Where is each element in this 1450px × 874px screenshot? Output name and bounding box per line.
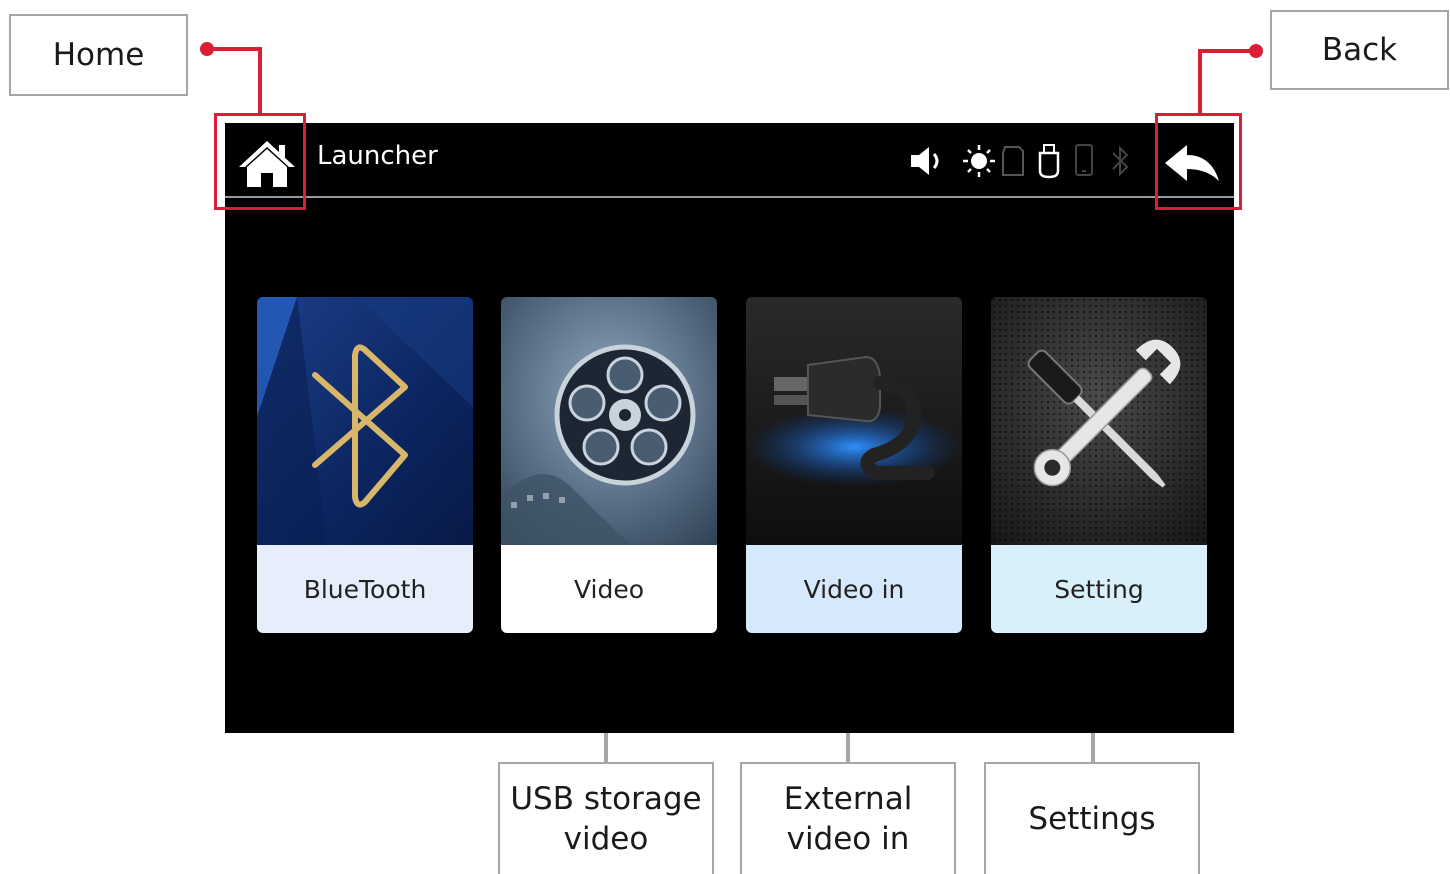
- video-app-label: Video: [501, 545, 717, 633]
- bluetooth-app-tile[interactable]: BlueTooth: [257, 297, 473, 633]
- tools-icon: [991, 297, 1207, 545]
- bluetooth-status-icon: [1112, 145, 1129, 177]
- video-in-app-label: Video in: [746, 545, 962, 633]
- external-video-callout-line1: External: [783, 781, 913, 817]
- bluetooth-app-label: BlueTooth: [257, 545, 473, 633]
- back-callout-label: Back: [1321, 32, 1398, 68]
- setting-app-label: Setting: [991, 545, 1207, 633]
- brightness-icon[interactable]: [961, 141, 997, 181]
- settings-callout: Settings: [984, 762, 1200, 874]
- usb-video-callout-line1: USB storage: [510, 781, 702, 817]
- usb-icon: [1038, 144, 1060, 179]
- volume-icon[interactable]: [909, 141, 945, 181]
- home-connector: [200, 42, 262, 114]
- back-highlight: [1155, 113, 1242, 210]
- video-in-app-tile[interactable]: Video in: [746, 297, 962, 633]
- back-callout: Back: [1270, 10, 1449, 90]
- home-highlight: [214, 113, 306, 210]
- external-video-callout-line2: video in: [786, 821, 910, 857]
- settings-callout-label: Settings: [1028, 801, 1156, 837]
- phone-icon: [1075, 144, 1093, 176]
- plug-icon: [746, 297, 962, 545]
- usb-video-callout-line2: video: [563, 821, 649, 857]
- external-video-callout: External video in: [740, 762, 956, 874]
- device-screen: Launcher BlueTooth Video Video in Settin…: [225, 123, 1234, 733]
- film-reel-icon: [501, 297, 717, 545]
- home-callout: Home: [9, 14, 188, 96]
- home-callout-label: Home: [52, 37, 145, 73]
- setting-app-tile[interactable]: Setting: [991, 297, 1207, 633]
- bluetooth-icon: [257, 297, 473, 545]
- app-title: Launcher: [317, 141, 438, 171]
- back-connector: [1198, 44, 1263, 114]
- usb-video-callout: USB storage video: [498, 762, 714, 874]
- top-bar: Launcher: [225, 123, 1234, 198]
- sd-card-icon: [1002, 146, 1024, 176]
- video-app-tile[interactable]: Video: [501, 297, 717, 633]
